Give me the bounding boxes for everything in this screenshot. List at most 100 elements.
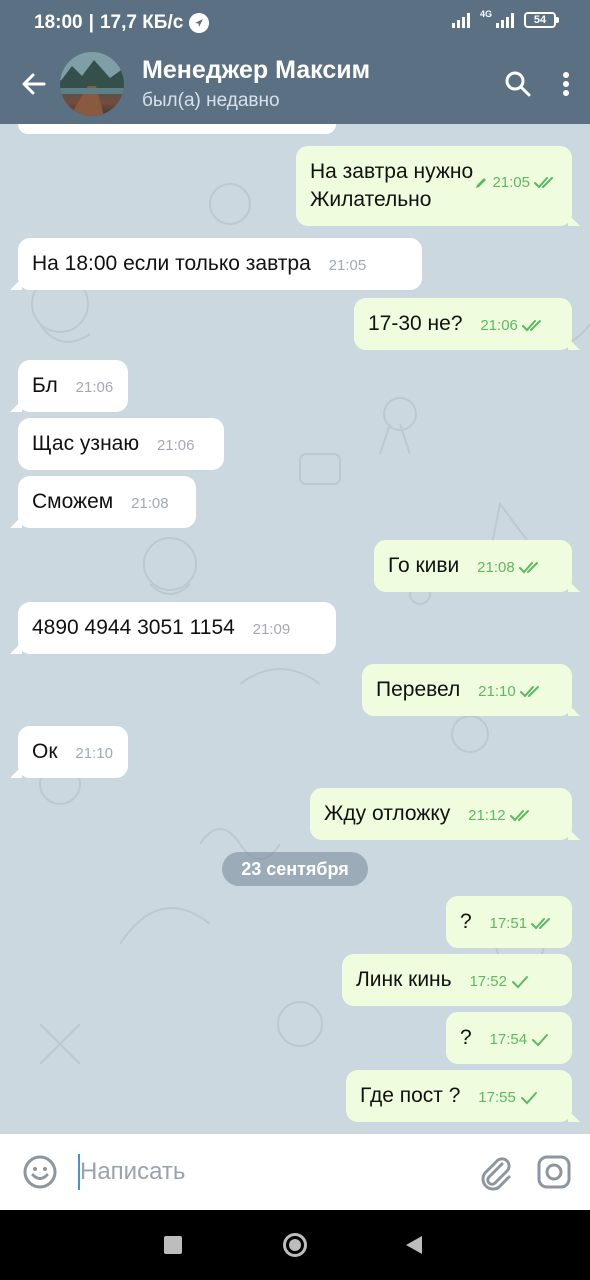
battery-icon: 54 (524, 12, 559, 28)
emoji-button[interactable] (20, 1152, 60, 1192)
message-bubble-out[interactable]: Где пост ? 17:55 (346, 1070, 580, 1122)
paperclip-icon (481, 1157, 511, 1191)
message-meta: 21:05 (474, 148, 558, 218)
message-bubble-out[interactable]: На завтра нужно Жилательно 21:05 (296, 146, 580, 226)
message-bubble-out[interactable]: ? 17:54 (446, 1012, 572, 1064)
message-bubble-out[interactable]: 17-30 не? 21:06 (354, 298, 580, 350)
system-back-button[interactable] (406, 1236, 422, 1254)
message-text: Бл (32, 374, 58, 397)
message-time: 21:09 (252, 621, 291, 638)
message-time: 21:10 (478, 683, 516, 700)
message-text: Го киви (388, 554, 460, 577)
arrow-left-icon (22, 73, 46, 95)
navigation-icon (189, 13, 210, 33)
status-bar: 18:00 | 17,7 КБ/с 4G 54 (0, 0, 590, 44)
message-time: 21:10 (75, 745, 113, 762)
double-check-icon (519, 686, 539, 698)
date-separator: 23 сентября (222, 852, 368, 886)
message-meta: 21:06 (480, 312, 546, 340)
check-icon (520, 1092, 537, 1105)
message-meta: 17:51 (490, 910, 556, 938)
message-time: 17:51 (489, 915, 528, 932)
camera-button[interactable] (534, 1152, 574, 1192)
double-check-icon (531, 918, 551, 930)
message-text: Перевел (376, 678, 461, 701)
message-bubble-out[interactable]: Жду отложку 21:12 (310, 788, 580, 840)
signal-icon-2 (496, 12, 514, 28)
search-icon (505, 71, 531, 97)
more-menu-button[interactable] (546, 64, 586, 104)
search-button[interactable] (498, 64, 538, 104)
status-left: 18:00 | 17,7 КБ/с (34, 12, 210, 34)
back-button[interactable] (14, 64, 54, 104)
signal-icon (451, 12, 470, 28)
camera-icon (537, 1155, 571, 1189)
message-time: 21:05 (328, 257, 367, 274)
emoji-icon (23, 1155, 57, 1189)
double-check-icon (534, 177, 553, 189)
message-text: Сможем (32, 490, 114, 513)
message-text: Где пост ? (360, 1084, 461, 1107)
previous-message-fragment (18, 124, 336, 134)
avatar[interactable] (60, 52, 124, 116)
message-bubble-in[interactable]: На 18:00 если только завтра 21:05 (10, 238, 422, 290)
message-text: Щас узнаю (32, 432, 140, 455)
double-check-icon (518, 562, 538, 574)
message-meta: 17:54 (490, 1026, 550, 1054)
double-check-icon (509, 810, 529, 822)
message-input-bar: Написать (0, 1134, 590, 1210)
chat-status: был(а) недавно (142, 90, 280, 111)
home-button[interactable] (283, 1233, 307, 1257)
recent-apps-button[interactable] (164, 1236, 182, 1254)
message-meta: 17:52 (469, 968, 529, 996)
message-text: ? (460, 910, 472, 933)
message-bubble-in[interactable]: 4890 4944 3051 1154 21:09 (10, 602, 336, 654)
battery-level: 54 (533, 14, 547, 26)
more-vertical-icon (563, 72, 569, 96)
message-bubble-in[interactable]: Щас узнаю 21:06 (18, 418, 224, 470)
message-meta: 21:10 (478, 678, 544, 706)
message-bubble-out[interactable]: Перевел 21:10 (362, 664, 580, 716)
message-time: 21:12 (468, 807, 506, 824)
message-time: 21:08 (477, 559, 515, 576)
message-meta: 21:08 (477, 554, 543, 582)
message-text: ? (460, 1026, 472, 1049)
double-check-icon (521, 320, 541, 332)
check-icon (511, 976, 528, 989)
edit-pencil-icon (476, 178, 487, 188)
message-meta: 17:55 (478, 1084, 538, 1112)
chat-title[interactable]: Менеджер Максим (142, 56, 370, 85)
message-time: 17:55 (478, 1089, 516, 1106)
message-text: Ок (32, 740, 58, 763)
message-bubble-in[interactable]: Ок 21:10 (10, 726, 128, 778)
chat-area[interactable]: На завтра нужно Жилательно 21:05 На 18:0… (0, 124, 590, 1134)
message-time: 17:54 (489, 1031, 528, 1048)
status-right: 4G 54 (451, 8, 559, 28)
message-text: Жду отложку (324, 802, 451, 825)
check-icon (532, 1034, 549, 1047)
message-bubble-out[interactable]: ? 17:51 (446, 896, 572, 948)
message-text: 17-30 не? (368, 312, 463, 335)
message-time: 21:06 (156, 437, 195, 454)
message-text: На 18:00 если только завтра (32, 252, 311, 275)
message-text: На завтра нужно Жилательно (310, 160, 474, 211)
message-time: 21:06 (480, 317, 518, 334)
message-bubble-in[interactable]: Сможем 21:08 (10, 476, 196, 528)
message-text: Линк кинь (356, 968, 452, 991)
message-time: 21:06 (75, 379, 114, 396)
message-time: 21:05 (492, 174, 530, 191)
system-nav-bar (0, 1210, 590, 1280)
message-bubble-out[interactable]: Го киви 21:08 (374, 540, 580, 592)
message-bubble-out[interactable]: Линк кинь 17:52 (342, 954, 572, 1006)
message-text: 4890 4944 3051 1154 (32, 616, 235, 639)
status-time: 18:00 (34, 12, 83, 33)
message-time: 21:08 (131, 495, 169, 512)
message-input[interactable]: Написать (80, 1158, 185, 1186)
network-type: 4G (479, 8, 492, 19)
message-meta: 21:12 (468, 802, 534, 830)
message-bubble-in[interactable]: Бл 21:06 (10, 360, 128, 412)
attach-button[interactable] (476, 1152, 516, 1192)
message-time: 17:52 (469, 973, 507, 990)
chat-header: Менеджер Максим был(а) недавно (0, 44, 590, 124)
status-speed: 17,7 КБ/с (99, 12, 184, 33)
